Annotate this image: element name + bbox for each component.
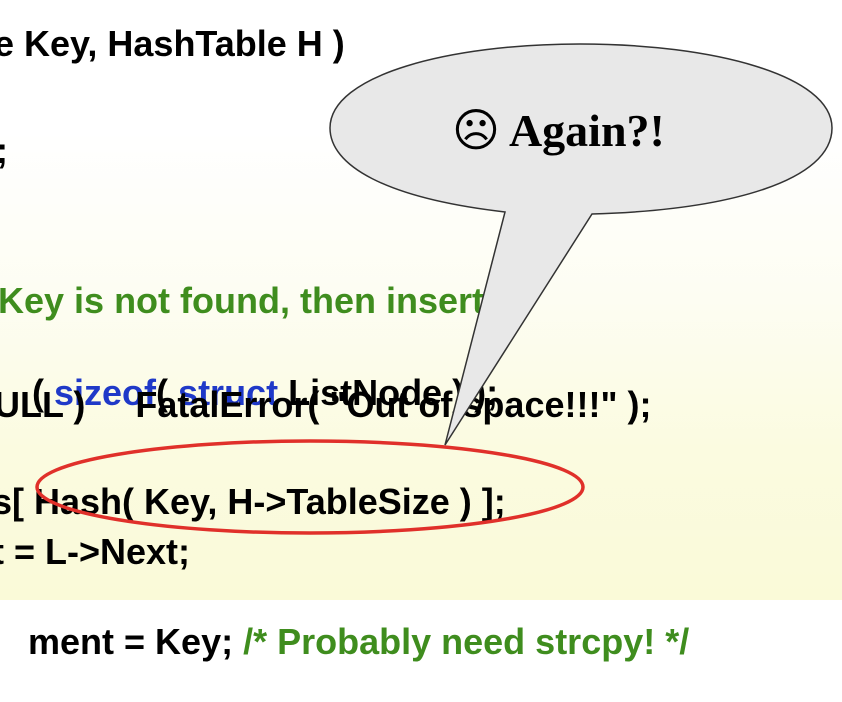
frown-face-icon: ☹ <box>452 103 500 157</box>
highlight-ellipse <box>35 439 585 535</box>
bubble-label: Again?! <box>508 105 665 156</box>
code-comment: /* Probably need strcpy! */ <box>243 621 690 662</box>
code-line-8: ment = Key; /* Probably need strcpy! */ <box>0 582 689 702</box>
code-token: ment = Key; <box>28 621 244 662</box>
annotation-layer <box>35 43 833 535</box>
bubble-text: ☹ Again?! <box>452 103 665 157</box>
